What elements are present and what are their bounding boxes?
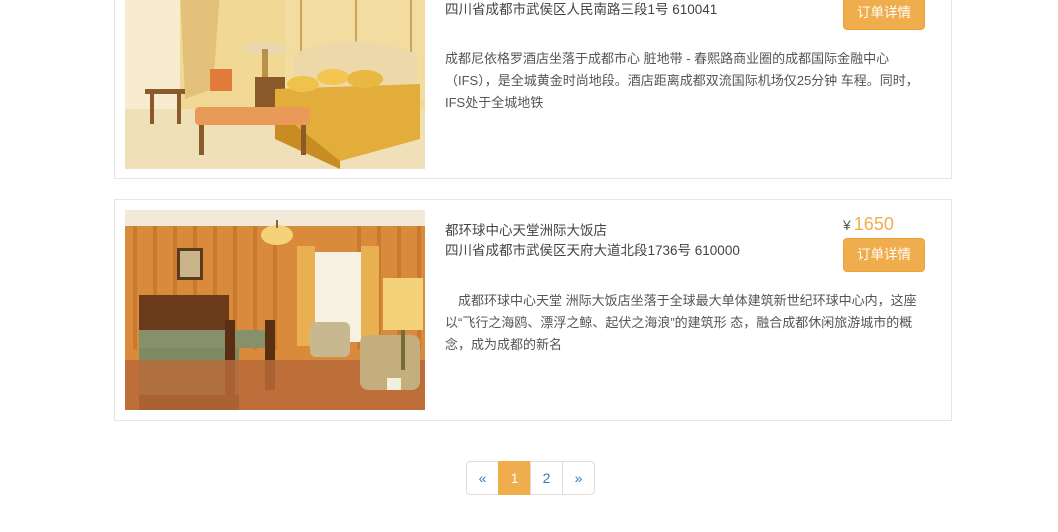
hotel-name: 都环球中心天堂洲际大饭店 (445, 223, 607, 238)
prev-page-button[interactable]: « (466, 461, 499, 495)
order-details-button[interactable]: 订单详情 (843, 0, 925, 30)
hotel-photo[interactable] (125, 0, 425, 169)
hotel-address: 四川省成都市武侯区天府大道北段1736号 610000 (445, 243, 740, 258)
next-page-button[interactable]: » (562, 461, 595, 495)
page-1-button[interactable]: 1 (498, 461, 531, 495)
hotel-description: 成都环球中心天堂 洲际大饭店坐落于全球最大单体建筑新世纪环球中心内，这座以“飞行… (445, 293, 917, 352)
hotel-description: 成都尼依格罗酒店坐落于成都市心 脏地带 - 春熙路商业圈的成都国际金融中心（IF… (445, 51, 919, 110)
currency-symbol: ¥ (843, 217, 851, 233)
price-value: 1650 (853, 214, 894, 234)
price-label: ¥1650 (843, 214, 894, 235)
hotel-room-image (125, 210, 425, 410)
hotel-address: 四川省成都市武侯区人民南路三段1号 610041 (445, 2, 718, 17)
hotel-room-image (125, 0, 425, 169)
pagination: « 1 2 » (466, 461, 595, 495)
order-details-button[interactable]: 订单详情 (843, 238, 925, 272)
hotel-card: 都环球中心天堂洲际大饭店 四川省成都市武侯区天府大道北段1736号 610000… (114, 199, 952, 421)
hotel-card: 四川省成都市武侯区人民南路三段1号 610041 订单详情 成都尼依格罗酒店坐落… (114, 0, 952, 179)
page-2-button[interactable]: 2 (530, 461, 563, 495)
hotel-photo[interactable] (125, 210, 425, 410)
